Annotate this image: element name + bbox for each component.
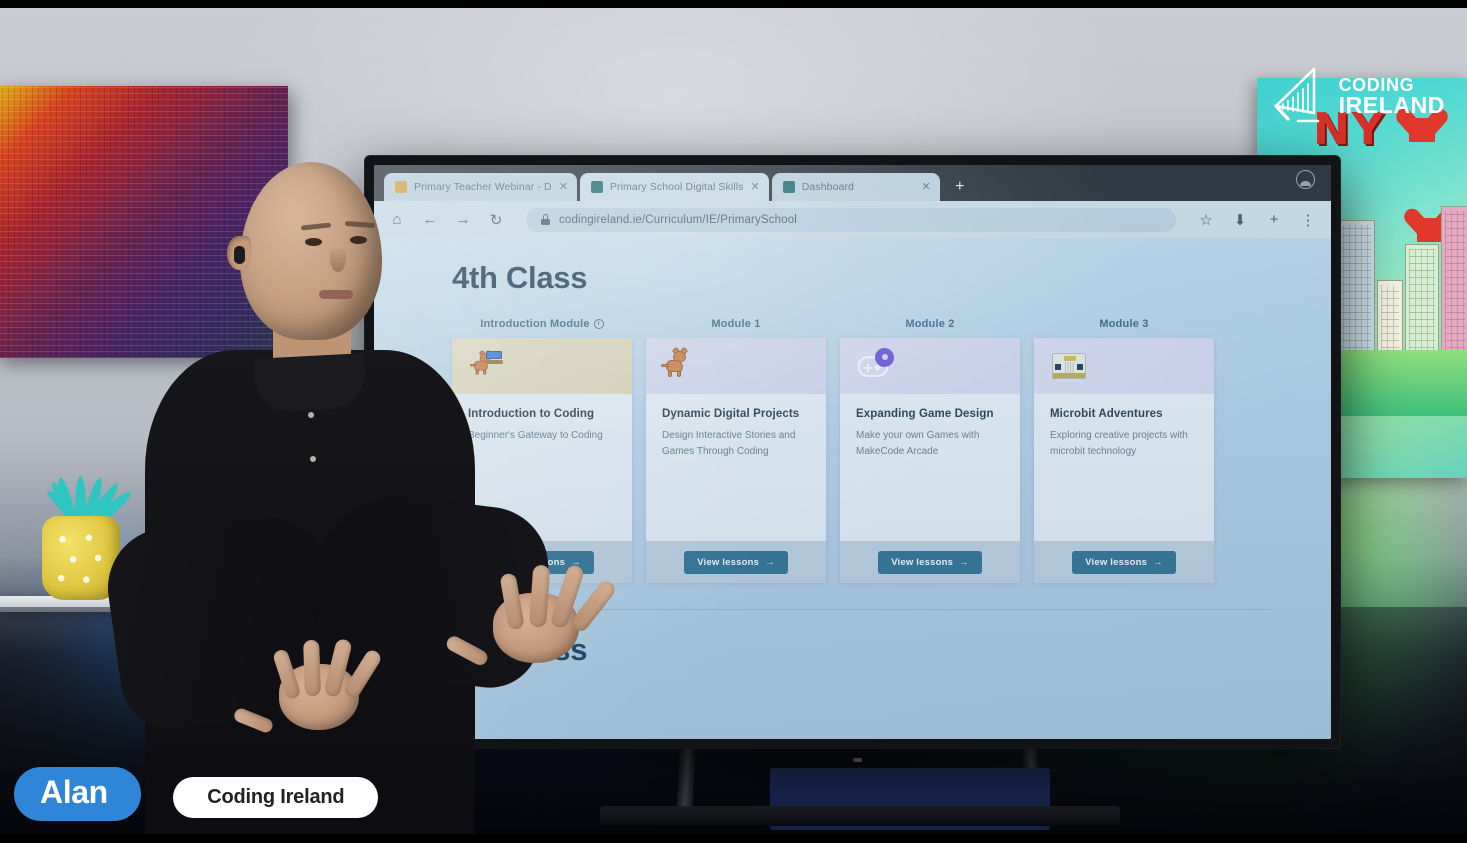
presenter-head: [240, 162, 382, 340]
download-icon[interactable]: ⬇: [1231, 211, 1249, 229]
letterbox-top: [0, 0, 1467, 8]
tv-indicator-led: [852, 758, 862, 762]
module-label: Module 1: [646, 318, 826, 330]
url-text: codingireland.ie/Curriculum/IE/PrimarySc…: [559, 213, 797, 226]
harp-icon: [1270, 66, 1326, 128]
card-banner: [1034, 338, 1214, 394]
new-tab-button[interactable]: +: [949, 176, 971, 198]
view-lessons-button[interactable]: View lessons →: [1072, 550, 1176, 574]
button-label: View lessons: [697, 556, 760, 568]
info-icon[interactable]: i: [593, 319, 604, 329]
shirt-button: [310, 456, 316, 462]
presenter-organisation: Coding Ireland: [173, 777, 379, 818]
button-label: View lessons: [1085, 556, 1148, 568]
address-bar[interactable]: codingireland.ie/Curriculum/IE/PrimarySc…: [526, 207, 1176, 232]
view-lessons-button[interactable]: View lessons →: [878, 550, 982, 574]
card-body: Dynamic Digital Projects Design Interact…: [646, 394, 826, 541]
module-label: Module 3: [1034, 318, 1214, 330]
letterbox-bottom: [0, 834, 1467, 843]
arrow-right-icon: →: [1153, 556, 1163, 568]
card-body: Microbit Adventures Exploring creative p…: [1034, 394, 1214, 541]
star-icon[interactable]: ☆: [1197, 211, 1215, 229]
coding-ireland-logo: CODING IRELAND: [1270, 66, 1445, 128]
video-frame: NY Primary Teacher Webinar - D ✕ Primary…: [0, 0, 1467, 843]
tv-stand-base: [600, 806, 1120, 826]
scratch-cat-icon: [661, 346, 694, 381]
lock-icon: [541, 214, 550, 225]
tab-title: Primary School Digital Skills: [609, 181, 744, 193]
card-description: Exploring creative projects with microbi…: [1050, 430, 1188, 457]
module-label-text: Module 3: [1099, 318, 1149, 330]
plus-icon[interactable]: +: [1265, 211, 1283, 229]
module-card[interactable]: Expanding Game Design Make your own Game…: [840, 338, 1020, 583]
module-label-text: Module 1: [711, 318, 761, 330]
presenter: [100, 150, 618, 843]
close-icon[interactable]: ✕: [751, 181, 760, 193]
codingireland-favicon: [782, 181, 795, 193]
logo-line-2: IRELAND: [1338, 92, 1445, 119]
card-footer: View lessons →: [840, 541, 1020, 583]
card-title: Dynamic Digital Projects: [662, 408, 800, 420]
codingireland-favicon: [590, 181, 603, 193]
card-body: Expanding Game Design Make your own Game…: [840, 394, 1020, 541]
card-description: Design Interactive Stories and Games Thr…: [662, 430, 796, 457]
account-avatar-icon[interactable]: [1296, 170, 1315, 189]
page-title: 4th Class: [452, 260, 588, 295]
toolbar-actions: ☆ ⬇ + ⋮: [1197, 211, 1317, 229]
module-card[interactable]: Microbit Adventures Exploring creative p…: [1034, 338, 1214, 583]
module-column-2: Module 2 Expanding Game Design Make your…: [840, 318, 1020, 583]
shirt-button: [308, 412, 314, 418]
presenter-mouth: [319, 290, 353, 299]
close-icon[interactable]: ✕: [559, 181, 568, 193]
card-footer: View lessons →: [646, 541, 826, 583]
module-grid: Introduction Module i Introduction to Co…: [452, 318, 1271, 583]
microbit-icon: [1052, 353, 1086, 379]
arrow-right-icon: →: [959, 556, 969, 568]
module-label: Module 2: [840, 318, 1020, 330]
earbud-icon: [234, 246, 245, 264]
close-icon[interactable]: ✕: [922, 181, 931, 193]
gear-icon: [877, 349, 892, 365]
gamepad-icon: [858, 349, 892, 377]
view-lessons-button[interactable]: View lessons →: [684, 550, 788, 574]
module-column-3: Module 3 Microbit Adventures Exploring c…: [1034, 318, 1214, 583]
card-banner: [840, 338, 1020, 394]
presenter-eye: [350, 236, 367, 244]
presenter-nose: [330, 246, 346, 272]
presenter-eye: [305, 238, 322, 246]
card-footer: View lessons →: [1034, 541, 1214, 583]
module-card[interactable]: Dynamic Digital Projects Design Interact…: [646, 338, 826, 583]
browser-tab-active[interactable]: Primary School Digital Skills ✕: [579, 173, 769, 201]
card-description: Make your own Games with MakeCode Arcade: [856, 430, 980, 457]
module-column-1: Module 1 Dynamic Digital Projects Design…: [646, 318, 826, 583]
button-label: View lessons: [891, 556, 954, 568]
arrow-right-icon: →: [765, 556, 775, 568]
card-banner: [646, 338, 826, 394]
three-dot-menu-icon[interactable]: ⋮: [1299, 211, 1317, 229]
browser-tab[interactable]: Dashboard ✕: [771, 173, 940, 201]
module-label-text: Module 2: [905, 318, 955, 330]
logo-wordmark: CODING IRELAND: [1339, 76, 1445, 118]
lower-third-overlay: Alan Coding Ireland: [14, 767, 379, 821]
card-title: Microbit Adventures: [1050, 408, 1163, 420]
card-title: Expanding Game Design: [856, 408, 994, 420]
tab-title: Dashboard: [801, 181, 855, 193]
presenter-name: Alan: [14, 767, 141, 821]
